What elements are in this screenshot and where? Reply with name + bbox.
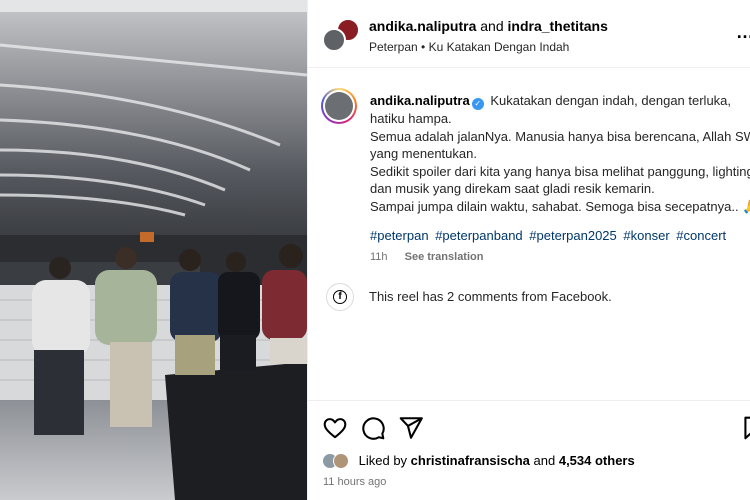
concert-photo [0, 0, 307, 500]
caption-line: dan musik yang direkam saat gladi resik … [370, 181, 655, 196]
comment-icon[interactable] [360, 415, 386, 441]
audio-link[interactable]: Peterpan • Ku Katakan Dengan Indah [369, 40, 569, 54]
likes-summary: Liked by christinafransischa and 4,534 o… [322, 453, 635, 469]
caption-avatar[interactable] [321, 88, 357, 124]
more-options-icon[interactable]: … [736, 22, 750, 43]
likes-others-link[interactable]: 4,534 others [559, 453, 635, 468]
liked-and: and [533, 453, 556, 468]
heart-icon[interactable] [322, 415, 348, 441]
share-icon[interactable] [398, 415, 424, 441]
caption-text: andika.naliputra ✓ Kukatakan dengan indah… [370, 92, 750, 215]
hashtag-link[interactable]: #peterpanband [435, 228, 522, 243]
caption-username[interactable]: andika.naliputra [370, 93, 470, 108]
caption-line: yang menentukan. [370, 146, 477, 161]
caption-line: Kukatakan dengan indah, dengan terluka, [490, 93, 732, 108]
caption-meta: 11h See translation [370, 251, 483, 263]
username-link-2[interactable]: indra_thetitans [508, 18, 608, 34]
hashtag-link[interactable]: #concert [676, 228, 726, 243]
facebook-comments-note: f This reel has 2 comments from Facebook… [326, 283, 746, 311]
facebook-icon: f [326, 283, 354, 311]
facebook-note-text: This reel has 2 comments from Facebook. [369, 289, 612, 304]
avatar-author[interactable] [322, 28, 346, 52]
post-panel: andika.naliputra and indra_thetitans Pet… [307, 0, 750, 500]
collab-usernames: andika.naliputra and indra_thetitans [369, 18, 608, 34]
caption-line: Sedikit spoiler dari kita yang hanya bis… [370, 163, 750, 179]
caption-line: Semua adalah jalanNya. Manusia hanya bis… [370, 128, 750, 144]
liker-username[interactable]: christinafransischa [411, 453, 530, 468]
liked-by-prefix: Liked by [358, 453, 408, 468]
hashtag-link[interactable]: #peterpan [370, 228, 429, 243]
username-link-1[interactable]: andika.naliputra [369, 18, 476, 34]
hashtags: #peterpan #peterpanband #peterpan2025 #k… [370, 228, 729, 243]
posted-time[interactable]: 11 hours ago [323, 476, 386, 488]
caption-line: hatiku hampa. [370, 111, 452, 126]
hashtag-link[interactable]: #konser [623, 228, 669, 243]
reel-video[interactable] [0, 0, 307, 500]
and-text: and [480, 18, 504, 34]
verified-badge-icon: ✓ [471, 98, 484, 110]
action-bar: Liked by christinafransischa and 4,534 o… [308, 400, 750, 500]
post-header: andika.naliputra and indra_thetitans Pet… [308, 0, 750, 68]
caption-line: Sampai jumpa dilain waktu, sahabat. Semo… [370, 198, 750, 214]
caption-time: 11h [370, 251, 388, 263]
see-translation-button[interactable]: See translation [405, 251, 484, 263]
hashtag-link[interactable]: #peterpan2025 [529, 228, 616, 243]
liker-avatar[interactable] [333, 453, 349, 469]
save-icon[interactable] [740, 415, 750, 441]
collab-avatars[interactable] [322, 18, 362, 54]
